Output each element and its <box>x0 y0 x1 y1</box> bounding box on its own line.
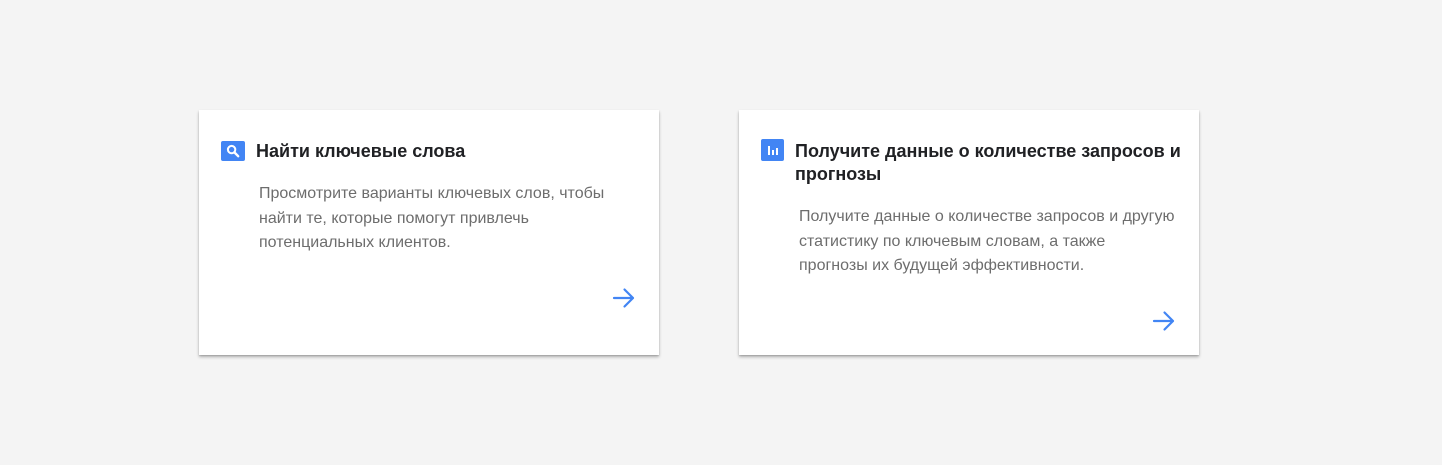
search-icon <box>221 141 245 161</box>
card-header: Получите данные о количестве запросов и … <box>761 139 1181 186</box>
discover-keywords-card[interactable]: Найти ключевые слова Просмотрите вариант… <box>199 110 659 355</box>
bar-chart-icon <box>761 139 784 161</box>
arrow-right-icon[interactable] <box>611 285 637 311</box>
arrow-right-icon[interactable] <box>1151 308 1177 334</box>
card-title: Получите данные о количестве запросов и … <box>795 141 1181 184</box>
card-description: Получите данные о количестве запросов и … <box>799 208 1175 274</box>
card-header: Найти ключевые слова <box>221 140 641 163</box>
forecast-card[interactable]: Получите данные о количестве запросов и … <box>739 110 1199 355</box>
card-title: Найти ключевые слова <box>256 141 466 161</box>
card-description: Просмотрите варианты ключевых слов, чтоб… <box>259 185 605 251</box>
